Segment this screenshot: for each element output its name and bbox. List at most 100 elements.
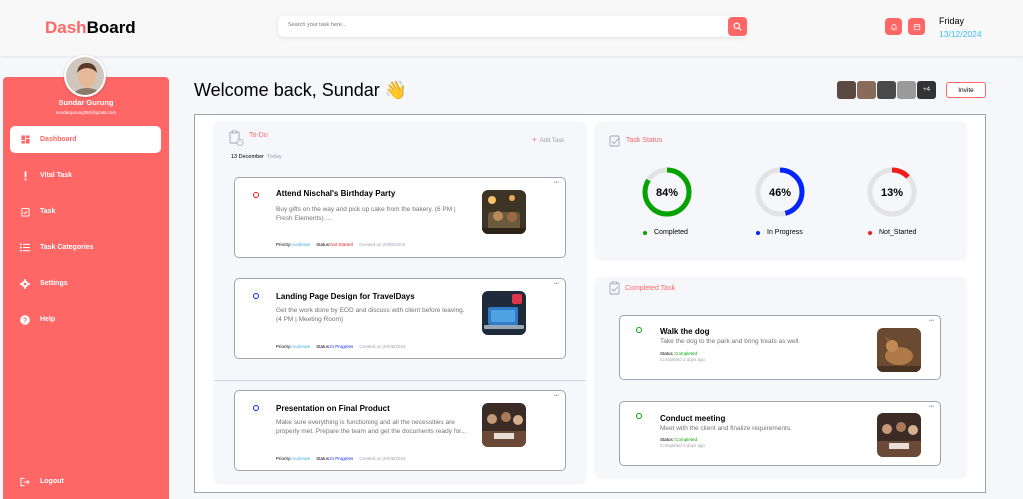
task-meta: Status :Completed Completed 2 days ago [660,437,706,448]
todo-icon [229,130,244,146]
header-day: Friday [939,16,965,26]
task-status-rings: 84% 46% 13% [642,167,917,217]
list-icon [20,243,30,253]
task-thumbnail [482,190,526,234]
checklist-icon [20,207,30,217]
plus-icon: + [532,135,537,144]
sidebar-item-help[interactable]: ? Help [10,306,161,333]
user-name: Sundar Gurung [58,98,114,107]
invite-button[interactable]: Invite [946,82,986,98]
sidebar-item-vital-task[interactable]: Vital Task [10,162,161,189]
task-thumbnail [877,328,921,372]
sidebar-item-label: Dashboard [40,136,77,143]
task-title: Landing Page Design for TravelDays [276,292,415,301]
task-description: Buy gifts on the way and pick up cake fr… [276,206,456,223]
welcome-heading: Welcome back, Sundar 👋 [194,80,408,100]
task-description: Get the work done by EOD and discuss wit… [276,307,465,324]
calendar-icon [913,23,920,30]
todo-date: 13 December Today [231,154,282,160]
team-avatars: +4 [837,81,936,99]
task-thumbnail [877,413,921,457]
add-task-button[interactable]: + Add Task [532,135,564,144]
task-status-icon [609,135,620,147]
sidebar-item-label: Task [40,208,56,215]
status-ring-value: 46% [769,187,791,199]
status-dot-icon [636,327,642,333]
laptop-image-icon [482,291,526,335]
sidebar-item-settings[interactable]: Settings [10,270,161,297]
bell-icon [890,23,897,31]
task-title: Presentation on Final Product [276,404,390,413]
todo-card[interactable]: Presentation on Final Product Make sure … [234,390,566,471]
search-bar [278,16,747,37]
todo-card[interactable]: Landing Page Design for TravelDays Get t… [234,278,566,359]
status-legend-completed: Completed [643,229,688,236]
gear-icon [20,278,30,289]
task-meta: Priority:moderate Status:Not Started Cre… [276,242,406,247]
status-dot-icon [636,413,642,419]
more-options-icon[interactable]: ••• [929,404,934,410]
status-ring-value: 84% [656,187,678,199]
exclamation-icon [20,171,30,181]
task-meta: Priority:moderate Status:In Progress Cre… [276,344,406,349]
todo-card[interactable]: Attend Nischal's Birthday Party Buy gift… [234,177,566,258]
task-description: Take the dog to the park and bring treat… [660,338,801,345]
top-header: DashBoard Friday 13/12/2024 [0,0,1023,56]
task-thumbnail [482,291,526,335]
section-divider [215,380,585,381]
more-options-icon[interactable]: ••• [554,281,559,287]
svg-text:?: ? [23,317,27,324]
sidebar-item-label: Help [40,316,56,323]
logout-icon [20,477,30,487]
completed-task-icon [609,281,620,295]
search-icon [733,22,742,31]
status-dot-icon [253,293,259,299]
task-title: Walk the dog [660,327,710,336]
app-logo[interactable]: DashBoard [45,18,136,38]
logout-button[interactable]: Logout [10,468,161,495]
completed-card[interactable]: Walk the dog Take the dog to the park an… [619,315,941,380]
status-legend-not-started: Not_Started [868,229,916,236]
team-avatar[interactable] [877,81,896,99]
more-options-icon[interactable]: ••• [929,318,934,324]
task-title: Conduct meeting [660,414,726,423]
sidebar-item-label: Settings [40,280,68,287]
sidebar-item-label: Vital Task [40,172,73,179]
more-options-icon[interactable]: ••• [554,393,559,399]
grid-icon [20,135,30,145]
dog-image-icon [877,328,921,372]
task-description: Make sure everything is functioning and … [276,419,467,436]
sidebar-item-label: Task Categories [40,244,94,251]
header-date: 13/12/2024 [939,29,982,39]
more-options-icon[interactable]: ••• [554,180,559,186]
help-icon: ? [20,314,30,325]
task-meta: Priority:moderate Status:In Progress Cre… [276,456,406,461]
todo-title: To-Do [249,132,268,139]
team-avatar[interactable] [897,81,916,99]
party-image-icon [482,190,526,234]
task-meta: Status :Completed Completed 2 days ago [660,351,706,362]
sidebar-item-task-categories[interactable]: Task Categories [10,234,161,261]
team-avatar[interactable] [857,81,876,99]
completed-card[interactable]: Conduct meeting Meet with the client and… [619,401,941,466]
sidebar-item-task[interactable]: Task [10,198,161,225]
user-email: sundargurung360@gmail.com [55,110,117,115]
logout-label: Logout [40,478,64,485]
notification-button[interactable] [885,18,902,35]
search-input[interactable] [288,22,708,28]
completed-task-title: Completed Task [625,285,676,292]
meeting-image-icon [877,413,921,457]
task-status-title: Task Status [626,137,663,144]
team-avatar-more[interactable]: +4 [917,81,936,99]
sidebar-item-dashboard[interactable]: Dashboard [10,126,161,153]
user-avatar[interactable] [64,55,106,97]
team-avatar[interactable] [837,81,856,99]
status-dot-icon [253,405,259,411]
status-legend-in-progress: In Progress [756,229,803,236]
calendar-button[interactable] [908,18,925,35]
task-title: Attend Nischal's Birthday Party [276,189,396,198]
search-button[interactable] [728,17,747,36]
meeting-image-icon [482,403,526,447]
status-dot-icon [253,192,259,198]
task-thumbnail [482,403,526,447]
